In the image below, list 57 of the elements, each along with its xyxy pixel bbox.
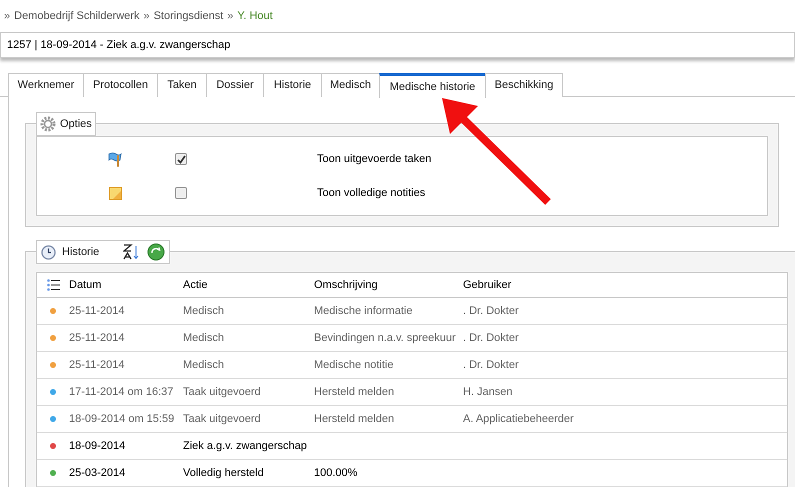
record-title-field: 1257 | 18-09-2014 - Ziek a.g.v. zwangerschap (0, 32, 795, 58)
column-header: Datum (69, 278, 102, 293)
tab[interactable]: Beschikking (485, 73, 563, 97)
table-cell: H. Jansen (463, 386, 513, 398)
option-label: Toon uitgevoerde taken (317, 152, 432, 167)
options-title: Opties (60, 116, 92, 132)
table-cell: Hersteld melden (314, 412, 394, 425)
sort-icon[interactable] (123, 244, 142, 260)
table-cell-text: 25-03-2014 (69, 466, 126, 481)
table-cell-text: 25-11-2014 (69, 358, 126, 373)
checkbox[interactable] (175, 153, 187, 165)
column-header: Gebruiker (463, 278, 512, 293)
checkbox[interactable] (175, 187, 187, 199)
history-title: Historie (62, 244, 100, 260)
tab[interactable]: Taken (157, 73, 207, 97)
tab[interactable]: Medisch (321, 73, 380, 97)
table-cell: Medische notitie (314, 358, 394, 371)
table-cell: . Dr. Dokter (463, 332, 519, 344)
breadcrumb-separator: » (4, 9, 10, 24)
table-cell-text: Volledig hersteld (183, 466, 265, 481)
tab[interactable]: Protocollen (83, 73, 158, 97)
table-cell-text: Medisch (183, 358, 225, 373)
table-cell-text: Medisch (183, 330, 225, 346)
flag-icon (108, 151, 122, 167)
table-cell: . Dr. Dokter (463, 304, 519, 317)
note-icon (109, 186, 122, 200)
table-cell-text: 17-11-2014 om 16:37 (69, 384, 174, 400)
table-cell-text: 25-11-2014 (69, 330, 126, 346)
clock-icon (41, 244, 56, 260)
column-header: Actie (183, 278, 208, 293)
breadcrumb-link[interactable]: Y. Hout (237, 8, 273, 32)
table-cell-text: 18-09-2014 om 15:59 (69, 412, 176, 427)
breadcrumb-separator: » (227, 9, 234, 24)
list-icon (46, 279, 60, 291)
table-cell-text: Ziek a.g.v. zwangerschap (183, 438, 308, 454)
column-header: Omschrijving (314, 278, 379, 293)
gear-icon (40, 116, 56, 132)
table-cell: Hersteld melden (314, 386, 394, 398)
table-cell: A. Applicatiebeheerder (463, 412, 574, 425)
breadcrumb-link[interactable]: Storingsdienst (154, 8, 224, 32)
tab[interactable]: Werknemer (8, 73, 84, 97)
table-cell: Medische informatie (314, 304, 412, 317)
table-cell-text: Taak uitgevoerd (183, 384, 262, 400)
table-cell-text: 18-09-2014 (69, 438, 126, 454)
table-cell-text: Taak uitgevoerd (183, 412, 262, 427)
option-label: Toon volledige notities (317, 186, 426, 201)
table-cell-text: 25-11-2014 (69, 304, 126, 319)
table-cell: . Dr. Dokter (463, 358, 519, 371)
table-cell: 100.00% (314, 466, 358, 479)
tab[interactable]: Dossier (206, 73, 264, 97)
table-cell-text: Medisch (183, 304, 225, 319)
table-cell: Bevindingen n.a.v. spreekuur (314, 332, 456, 344)
tab[interactable]: Historie (263, 73, 322, 97)
breadcrumb-link[interactable]: Demobedrijf Schilderwerk (14, 8, 140, 32)
breadcrumb-separator: » (143, 9, 150, 24)
tab[interactable]: Medische historie (379, 73, 486, 98)
refresh-icon[interactable] (147, 243, 166, 261)
